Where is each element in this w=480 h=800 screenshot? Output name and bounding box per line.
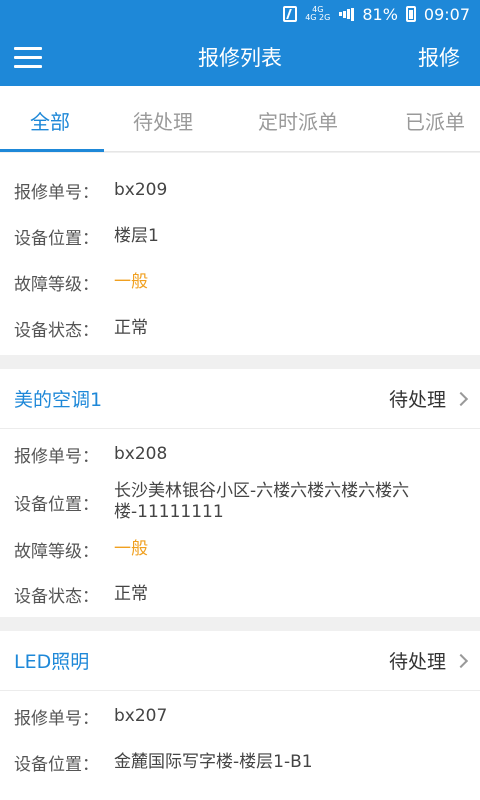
level-row: 故障等级： 一般 (0, 259, 480, 305)
signal-icon (338, 7, 355, 21)
card-header[interactable]: 美的空调1 待处理 (0, 369, 480, 429)
app-header: 报修列表 报修 (0, 28, 480, 86)
battery-percent: 81% (362, 4, 398, 24)
level-value: 一般 (114, 538, 148, 559)
location-label: 设备位置： (14, 494, 99, 515)
device-name: 美的空调1 (14, 389, 103, 411)
network-4g-2g-label: 4G 2G (305, 13, 331, 22)
clock: 09:07 (423, 4, 470, 24)
level-label: 故障等级： (14, 796, 114, 800)
card-state[interactable]: 待处理 (388, 385, 469, 412)
location-value: 金麓国际写字楼-楼层1-B1 (114, 751, 313, 772)
order-no-label: 报修单号： (14, 708, 99, 729)
location-label: 设备位置： (14, 228, 99, 249)
location-row: 设备位置： 金麓国际写字楼-楼层1-B1 (0, 739, 480, 785)
tab-active-indicator (0, 149, 104, 152)
status-row: 设备状态： 正常 (0, 571, 480, 617)
order-no-row: 报修单号： bx209 (0, 167, 480, 213)
status-value: 正常 (114, 583, 148, 604)
card-state[interactable]: 待处理 (388, 647, 469, 674)
device-name: LED照明 (14, 651, 90, 673)
order-no-label: 报修单号： (14, 182, 99, 203)
level-label: 故障等级： (14, 541, 99, 562)
tab-dispatched[interactable]: 已派单 (405, 106, 465, 135)
repair-card[interactable]: LED照明 待处理 报修单号： bx207 设备位置： 金麓国际写字楼-楼层1-… (0, 631, 480, 800)
state-label: 待处理 (388, 651, 446, 673)
order-no-row: 报修单号： bx208 (0, 431, 480, 477)
chevron-right-icon (453, 391, 469, 406)
order-no-value: bx209 (114, 179, 168, 200)
location-row: 设备位置： 楼层1 (0, 213, 480, 259)
menu-icon[interactable] (0, 28, 60, 86)
order-no-value: bx207 (114, 705, 168, 726)
page-title: 报修列表 (198, 46, 282, 70)
status-row: 设备状态： 正常 (0, 305, 480, 351)
nfc-icon (283, 6, 298, 22)
status-label: 设备状态： (14, 320, 99, 341)
location-value: 楼层1 (114, 225, 159, 246)
state-label: 待处理 (388, 389, 446, 411)
order-no-label: 报修单号： (14, 446, 99, 467)
order-no-value: bx208 (114, 443, 168, 464)
network-indicator: 4G 4G 2G (305, 6, 330, 22)
level-row: 故障等级： 一般 (0, 527, 480, 571)
location-label: 设备位置： (14, 754, 99, 775)
status-bar: 4G 4G 2G 81% 09:07 (0, 0, 480, 28)
tab-all[interactable]: 全部 (30, 106, 70, 135)
repair-card[interactable]: 报修单号： bx209 设备位置： 楼层1 故障等级： 一般 设备状态： 正常 (0, 153, 480, 355)
battery-icon (405, 6, 416, 22)
location-row: 设备位置： 长沙美林银谷小区-六楼六楼六楼六楼六楼-11111111 (0, 477, 480, 527)
tab-pending[interactable]: 待处理 (133, 106, 193, 135)
location-value: 长沙美林银谷小区-六楼六楼六楼六楼六楼-11111111 (114, 481, 410, 522)
tab-bar: 全部 待处理 定时派单 已派单 (0, 86, 480, 152)
level-row: 故障等级： (0, 785, 480, 800)
report-repair-button[interactable]: 报修 (418, 42, 460, 72)
tab-scheduled-dispatch[interactable]: 定时派单 (258, 106, 338, 135)
chevron-right-icon (453, 653, 469, 668)
status-value: 正常 (114, 317, 148, 338)
card-header[interactable]: LED照明 待处理 (0, 631, 480, 691)
order-no-row: 报修单号： bx207 (0, 693, 480, 739)
level-value: 一般 (114, 271, 148, 292)
repair-list[interactable]: 报修单号： bx209 设备位置： 楼层1 故障等级： 一般 设备状态： 正常 … (0, 153, 480, 800)
repair-card[interactable]: 美的空调1 待处理 报修单号： bx208 设备位置： 长沙美林银谷小区-六楼六… (0, 369, 480, 617)
status-label: 设备状态： (14, 586, 99, 607)
level-label: 故障等级： (14, 274, 99, 295)
